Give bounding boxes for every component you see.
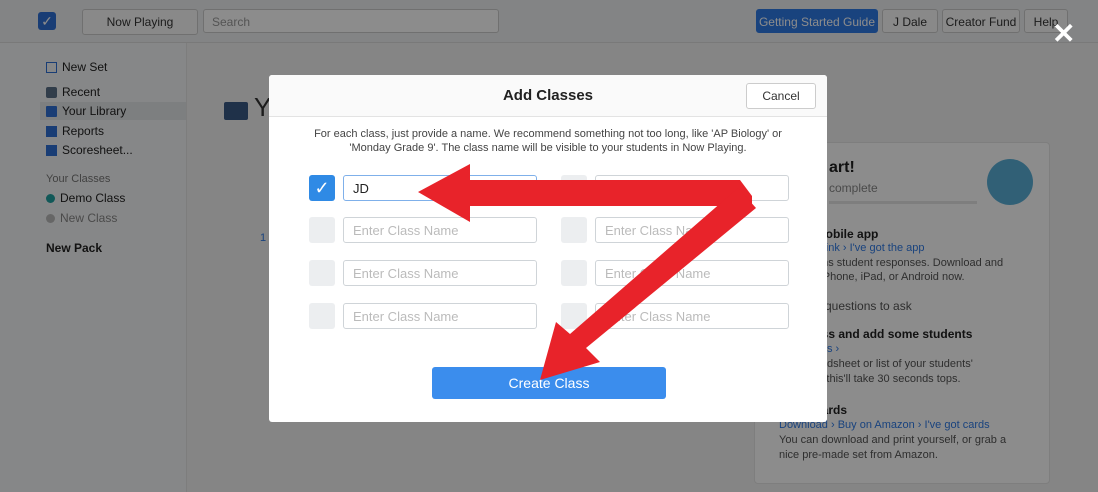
class-name-input-5[interactable]: Enter Class Name (343, 260, 537, 286)
class-checkbox-3[interactable] (309, 217, 335, 243)
create-class-button[interactable]: Create Class (432, 367, 666, 399)
add-classes-modal: Add Classes Cancel For each class, just … (269, 75, 827, 422)
class-checkbox-7[interactable] (309, 303, 335, 329)
close-icon[interactable]: ✕ (1052, 20, 1075, 48)
class-checkbox-5[interactable] (309, 260, 335, 286)
modal-title: Add Classes (502, 87, 594, 104)
class-name-input-1[interactable]: JD (343, 175, 537, 201)
modal-description: For each class, just provide a name. We … (314, 128, 782, 154)
class-checkbox-6[interactable] (561, 260, 587, 286)
class-name-input-4[interactable]: Enter Class Name (595, 217, 789, 243)
class-checkbox-1[interactable]: ✓ (309, 175, 335, 201)
modal-header: Add Classes Cancel (269, 75, 827, 117)
class-name-input-8[interactable]: Enter Class Name (595, 303, 789, 329)
class-checkbox-8[interactable] (561, 303, 587, 329)
class-name-input-2[interactable] (595, 175, 789, 201)
class-name-input-7[interactable]: Enter Class Name (343, 303, 537, 329)
class-name-input-6[interactable]: Enter Class Name (595, 260, 789, 286)
class-checkbox-4[interactable] (561, 217, 587, 243)
cancel-button[interactable]: Cancel (746, 83, 816, 109)
class-name-input-3[interactable]: Enter Class Name (343, 217, 537, 243)
class-checkbox-2[interactable] (561, 175, 587, 201)
